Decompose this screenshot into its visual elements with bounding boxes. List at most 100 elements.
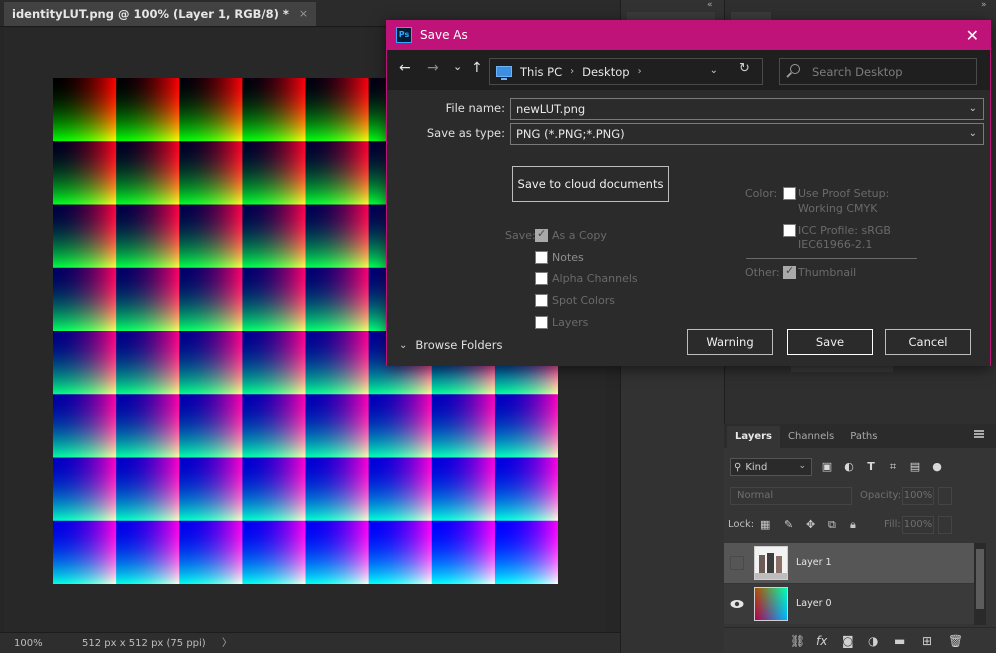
pixel-layer-filter-icon[interactable]: ▣ xyxy=(820,460,834,474)
notes-checkbox[interactable] xyxy=(535,251,548,264)
browse-folders-label: Browse Folders xyxy=(415,338,503,352)
opacity-field[interactable]: 100% xyxy=(902,487,934,505)
color-label: Color: xyxy=(745,187,778,200)
document-tab-title: identityLUT.png @ 100% (Layer 1, RGB/8) … xyxy=(12,7,289,21)
checkmark-icon: ✓ xyxy=(537,227,547,240)
breadcrumb-separator-icon[interactable]: › xyxy=(570,66,574,77)
fx-icon[interactable]: fx xyxy=(816,634,827,648)
fill-field[interactable]: 100% xyxy=(902,516,934,534)
chevron-down-icon[interactable]: ⌄ xyxy=(969,99,977,119)
close-icon[interactable]: ✕ xyxy=(966,21,979,50)
cancel-button[interactable]: Cancel xyxy=(885,329,971,355)
adjustment-layer-icon[interactable]: ◑ xyxy=(868,634,878,648)
use-proof-setup-checkbox[interactable] xyxy=(783,187,796,200)
search-box[interactable] xyxy=(779,58,977,85)
save-to-cloud-button[interactable]: Save to cloud documents xyxy=(512,166,669,202)
save-as-dialog: Ps Save As ✕ ← → ⌄ ↑ This PC › Desktop ›… xyxy=(386,20,991,366)
tab-channels[interactable]: Channels xyxy=(780,426,842,448)
eye-icon[interactable] xyxy=(730,597,744,611)
checkmark-icon: ✓ xyxy=(785,264,795,277)
breadcrumb-separator-icon[interactable]: › xyxy=(638,66,642,77)
lock-all-icon[interactable]: 🔒︎ xyxy=(850,518,856,532)
search-icon xyxy=(790,64,800,74)
link-layers-icon[interactable]: ⛓ xyxy=(790,634,805,648)
warning-button[interactable]: Warning xyxy=(687,329,773,355)
layer-name[interactable]: Layer 1 xyxy=(796,543,832,583)
lock-position-icon[interactable]: ✥ xyxy=(806,518,815,531)
photoshop-logo-icon: Ps xyxy=(396,27,412,43)
close-tab-icon[interactable]: × xyxy=(299,2,308,26)
use-proof-setup-value: Working CMYK xyxy=(798,202,878,215)
collapse-right-panels-icon[interactable]: » xyxy=(981,0,987,10)
visibility-toggle[interactable] xyxy=(730,556,744,570)
spot-colors-checkbox[interactable] xyxy=(535,294,548,307)
tab-paths[interactable]: Paths xyxy=(842,426,885,448)
browse-folders-toggle[interactable]: ⌄ Browse Folders xyxy=(399,338,502,352)
save-as-type-select[interactable]: PNG (*.PNG;*.PNG) ⌄ xyxy=(510,123,984,145)
zoom-level[interactable]: 100% xyxy=(14,633,43,653)
file-name-input[interactable]: newLUT.png ⌄ xyxy=(510,98,984,120)
search-input[interactable] xyxy=(812,59,972,84)
layer-mask-icon[interactable]: ◙ xyxy=(842,634,854,648)
layers-panel: Layers Channels Paths ⚲ Kind ⌄ ▣ ◐ T ⌗ ▤… xyxy=(724,424,996,653)
chevron-down-icon[interactable]: ⌄ xyxy=(969,124,977,144)
layer-row[interactable]: Layer 1 xyxy=(724,543,974,583)
tab-layers[interactable]: Layers xyxy=(727,426,780,448)
up-arrow-icon[interactable]: ↑ xyxy=(471,60,483,76)
thumbnail-checkbox[interactable]: ✓ xyxy=(783,264,796,279)
kind-filter-label: Kind xyxy=(745,461,768,473)
other-label: Other: xyxy=(745,266,780,279)
kind-filter-select[interactable]: ⚲ Kind ⌄ xyxy=(730,458,812,476)
document-info: 512 px x 512 px (75 ppi) xyxy=(82,638,206,649)
layer-row[interactable]: Layer 0 xyxy=(724,584,974,624)
shape-layer-filter-icon[interactable]: ⌗ xyxy=(886,460,900,474)
fill-dropdown[interactable] xyxy=(938,516,952,534)
dialog-titlebar[interactable]: Ps Save As ✕ xyxy=(387,21,990,50)
save-options-label: Save: xyxy=(505,229,536,242)
layers-checkbox[interactable] xyxy=(535,316,548,329)
blend-mode-select[interactable]: Normal xyxy=(730,487,852,505)
status-bar: 100% 512 px x 512 px (75 ppi) 〉 xyxy=(0,632,620,653)
lock-transparent-pixels-icon[interactable]: ▦ xyxy=(760,518,770,531)
save-as-type-value: PNG (*.PNG;*.PNG) xyxy=(516,127,625,141)
address-bar[interactable]: This PC › Desktop › ⌄ xyxy=(489,58,763,85)
chevron-down-icon: ⌄ xyxy=(399,339,408,351)
lock-artboard-icon[interactable]: ⧉ xyxy=(828,518,836,532)
lock-image-pixels-icon[interactable]: ✎ xyxy=(784,518,793,531)
adjustment-layer-filter-icon[interactable]: ◐ xyxy=(842,460,856,474)
file-name-label: File name: xyxy=(445,101,505,115)
divider xyxy=(746,258,917,259)
forward-arrow-icon[interactable]: → xyxy=(427,60,439,76)
layer-filter-row: ⚲ Kind ⌄ ▣ ◐ T ⌗ ▤ ● xyxy=(730,458,944,476)
status-menu-arrow-icon[interactable]: 〉 xyxy=(222,633,232,653)
panel-menu-icon[interactable] xyxy=(974,430,984,438)
save-button[interactable]: Save xyxy=(787,329,873,355)
use-proof-setup-label: Use Proof Setup: xyxy=(798,187,890,200)
recent-locations-chevron-icon[interactable]: ⌄ xyxy=(453,60,462,73)
icc-profile-checkbox[interactable] xyxy=(783,224,796,237)
alpha-channels-label: Alpha Channels xyxy=(552,272,638,285)
back-arrow-icon[interactable]: ← xyxy=(399,60,411,76)
filter-toggle-icon[interactable]: ● xyxy=(930,460,944,474)
as-a-copy-checkbox[interactable]: ✓ xyxy=(535,227,548,242)
layers-scrollbar[interactable] xyxy=(974,543,986,625)
folder-icon[interactable]: ▬ xyxy=(894,634,905,648)
document-tab[interactable]: identityLUT.png @ 100% (Layer 1, RGB/8) … xyxy=(4,2,317,26)
alpha-channels-checkbox[interactable] xyxy=(535,272,548,285)
trash-icon[interactable]: 🗑︎ xyxy=(948,634,963,648)
notes-label: Notes xyxy=(552,251,584,264)
breadcrumb-desktop[interactable]: Desktop xyxy=(582,65,629,79)
layer-name[interactable]: Layer 0 xyxy=(796,584,832,624)
type-layer-filter-icon[interactable]: T xyxy=(864,460,878,474)
address-history-chevron-icon[interactable]: ⌄ xyxy=(710,65,718,76)
smart-object-filter-icon[interactable]: ▤ xyxy=(908,460,922,474)
opacity-dropdown[interactable] xyxy=(938,487,952,505)
search-icon: ⚲ xyxy=(734,461,742,473)
breadcrumb-this-pc[interactable]: This PC xyxy=(520,65,562,79)
collapse-panels-icon[interactable]: « xyxy=(707,0,713,10)
new-layer-icon[interactable]: ⊞ xyxy=(922,634,932,648)
scrollbar-thumb[interactable] xyxy=(976,549,984,609)
thumbnail-label: Thumbnail xyxy=(798,266,857,279)
layer-thumbnail xyxy=(754,587,788,621)
spot-colors-label: Spot Colors xyxy=(552,294,615,307)
